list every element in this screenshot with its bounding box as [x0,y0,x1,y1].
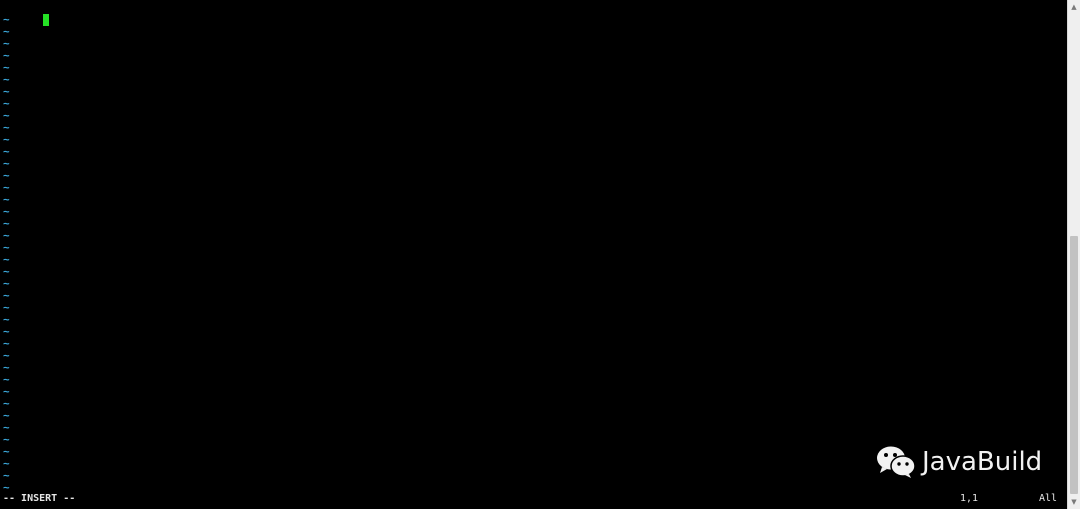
empty-line-marker: ~ [3,25,10,38]
empty-line-marker: ~ [3,277,10,290]
empty-line-marker: ~ [3,193,10,206]
empty-line-marker: ~ [3,241,10,254]
scroll-position: All [1039,493,1058,504]
empty-line-marker: ~ [3,301,10,314]
empty-line-marker: ~ [3,97,10,110]
empty-line-marker: ~ [3,229,10,242]
watermark-text: JavaBuild [922,447,1043,477]
watermark: JavaBuild [876,442,1042,482]
scroll-down-arrow-icon[interactable]: ▼ [1068,496,1080,508]
empty-line-marker: ~ [3,121,10,134]
empty-line-marker: ~ [3,109,10,122]
mode-indicator: -- INSERT -- [3,493,76,504]
wechat-icon [877,446,916,478]
empty-line-marker: ~ [3,373,10,386]
empty-line-marker: ~ [3,169,10,182]
buffer-line-1[interactable] [3,2,1063,26]
empty-line-marker: ~ [3,385,10,398]
vertical-scrollbar[interactable]: ▲ ▼ [1067,0,1080,509]
empty-line-marker: ~ [3,181,10,194]
cursor-position: 1,1 [960,493,979,504]
empty-line-marker: ~ [3,349,10,362]
empty-line-marker: ~ [3,85,10,98]
empty-line-marker: ~ [3,409,10,422]
empty-line-marker: ~ [3,205,10,218]
empty-line-marker: ~ [3,37,10,50]
empty-line-marker: ~ [3,157,10,170]
empty-line-marker: ~ [3,325,10,338]
text-cursor [42,14,49,26]
empty-line-markers: ~ ~ ~ ~ ~ ~ ~ ~ ~ ~ ~ ~ ~ ~ ~ ~ ~ ~ ~ ~ ~ ~ ~ ~ ~ ~ ~ ~ ~ ~ ~ ~ ~ ~ ~ ~ ~ ~ ~ ~ [3,14,1063,494]
empty-line-marker: ~ [3,421,10,434]
empty-line-marker: ~ [3,397,10,410]
terminal-window[interactable]: ~ ~ ~ ~ ~ ~ ~ ~ ~ ~ ~ ~ ~ ~ ~ ~ ~ ~ ~ ~ ~ ~ ~ ~ ~ ~ ~ ~ ~ ~ ~ ~ ~ ~ ~ ~ ~ ~ ~ ~… [0,0,1067,509]
empty-line-marker: ~ [3,217,10,230]
empty-line-marker: ~ [3,337,10,350]
empty-line-marker: ~ [3,253,10,266]
empty-line-marker: ~ [3,313,10,326]
empty-line-marker: ~ [3,49,10,62]
empty-line-marker: ~ [3,361,10,374]
empty-line-marker: ~ [3,265,10,278]
empty-line-marker: ~ [3,133,10,146]
empty-line-marker: ~ [3,61,10,74]
empty-line-marker: ~ [3,13,10,26]
empty-line-marker: ~ [3,73,10,86]
status-line: -- INSERT -- 1,1 All [3,492,1063,505]
scroll-up-arrow-icon[interactable]: ▲ [1068,1,1080,13]
empty-line-marker: ~ [3,289,10,302]
scrollbar-thumb[interactable] [1070,236,1078,494]
editor-buffer[interactable]: ~ ~ ~ ~ ~ ~ ~ ~ ~ ~ ~ ~ ~ ~ ~ ~ ~ ~ ~ ~ ~ ~ ~ ~ ~ ~ ~ ~ ~ ~ ~ ~ ~ ~ ~ ~ ~ ~ ~ ~ [3,2,1063,494]
empty-line-marker: ~ [3,145,10,158]
